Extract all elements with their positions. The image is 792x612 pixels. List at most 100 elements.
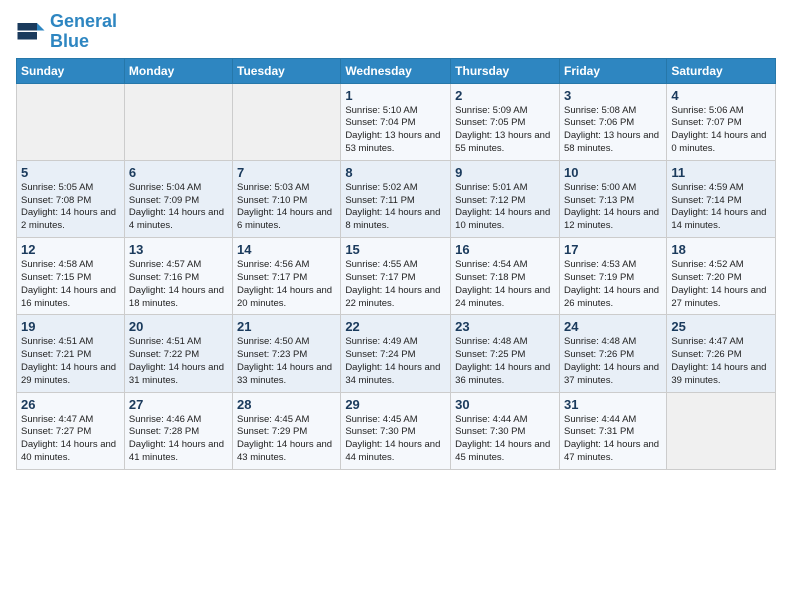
cell-day-number: 10 xyxy=(564,165,662,180)
cell-info-text: Sunrise: 4:58 AM Sunset: 7:15 PM Dayligh… xyxy=(21,259,120,310)
cell-day-number: 14 xyxy=(237,242,336,257)
cell-info-text: Sunrise: 4:51 AM Sunset: 7:21 PM Dayligh… xyxy=(21,336,120,387)
cell-day-number: 25 xyxy=(671,319,771,334)
calendar-cell: 30 Sunrise: 4:44 AM Sunset: 7:30 PM Dayli… xyxy=(451,392,560,469)
cell-info-text: Sunrise: 4:46 AM Sunset: 7:28 PM Dayligh… xyxy=(129,414,228,465)
cell-info-text: Sunrise: 5:00 AM Sunset: 7:13 PM Dayligh… xyxy=(564,182,662,233)
cell-day-number: 21 xyxy=(237,319,336,334)
calendar-cell: 25 Sunrise: 4:47 AM Sunset: 7:26 PM Dayli… xyxy=(667,315,776,392)
cell-day-number: 19 xyxy=(21,319,120,334)
calendar-header-cell: Tuesday xyxy=(233,58,341,83)
cell-day-number: 17 xyxy=(564,242,662,257)
cell-info-text: Sunrise: 5:06 AM Sunset: 7:07 PM Dayligh… xyxy=(671,105,771,156)
logo: General Blue xyxy=(16,12,117,52)
calendar-cell: 10 Sunrise: 5:00 AM Sunset: 7:13 PM Dayli… xyxy=(559,160,666,237)
cell-day-number: 23 xyxy=(455,319,555,334)
cell-info-text: Sunrise: 4:52 AM Sunset: 7:20 PM Dayligh… xyxy=(671,259,771,310)
page: General Blue SundayMondayTuesdayWednesda… xyxy=(0,0,792,482)
calendar-cell: 27 Sunrise: 4:46 AM Sunset: 7:28 PM Dayli… xyxy=(124,392,232,469)
cell-day-number: 16 xyxy=(455,242,555,257)
calendar-cell: 5 Sunrise: 5:05 AM Sunset: 7:08 PM Daylig… xyxy=(17,160,125,237)
cell-day-number: 18 xyxy=(671,242,771,257)
calendar-cell: 26 Sunrise: 4:47 AM Sunset: 7:27 PM Dayli… xyxy=(17,392,125,469)
cell-info-text: Sunrise: 4:48 AM Sunset: 7:26 PM Dayligh… xyxy=(564,336,662,387)
cell-day-number: 20 xyxy=(129,319,228,334)
calendar-cell: 7 Sunrise: 5:03 AM Sunset: 7:10 PM Daylig… xyxy=(233,160,341,237)
calendar-cell xyxy=(17,83,125,160)
cell-info-text: Sunrise: 4:51 AM Sunset: 7:22 PM Dayligh… xyxy=(129,336,228,387)
cell-day-number: 12 xyxy=(21,242,120,257)
calendar-cell: 24 Sunrise: 4:48 AM Sunset: 7:26 PM Dayli… xyxy=(559,315,666,392)
cell-info-text: Sunrise: 4:56 AM Sunset: 7:17 PM Dayligh… xyxy=(237,259,336,310)
cell-day-number: 4 xyxy=(671,88,771,103)
calendar-cell: 18 Sunrise: 4:52 AM Sunset: 7:20 PM Dayli… xyxy=(667,238,776,315)
cell-day-number: 26 xyxy=(21,397,120,412)
calendar-header-cell: Friday xyxy=(559,58,666,83)
cell-info-text: Sunrise: 5:04 AM Sunset: 7:09 PM Dayligh… xyxy=(129,182,228,233)
cell-info-text: Sunrise: 4:47 AM Sunset: 7:27 PM Dayligh… xyxy=(21,414,120,465)
calendar-week-row: 19 Sunrise: 4:51 AM Sunset: 7:21 PM Dayli… xyxy=(17,315,776,392)
cell-day-number: 15 xyxy=(345,242,446,257)
calendar-cell: 17 Sunrise: 4:53 AM Sunset: 7:19 PM Dayli… xyxy=(559,238,666,315)
calendar-cell: 31 Sunrise: 4:44 AM Sunset: 7:31 PM Dayli… xyxy=(559,392,666,469)
cell-info-text: Sunrise: 4:50 AM Sunset: 7:23 PM Dayligh… xyxy=(237,336,336,387)
calendar-cell: 2 Sunrise: 5:09 AM Sunset: 7:05 PM Daylig… xyxy=(451,83,560,160)
cell-info-text: Sunrise: 4:48 AM Sunset: 7:25 PM Dayligh… xyxy=(455,336,555,387)
calendar-week-row: 26 Sunrise: 4:47 AM Sunset: 7:27 PM Dayli… xyxy=(17,392,776,469)
cell-info-text: Sunrise: 5:08 AM Sunset: 7:06 PM Dayligh… xyxy=(564,105,662,156)
calendar-cell: 23 Sunrise: 4:48 AM Sunset: 7:25 PM Dayli… xyxy=(451,315,560,392)
calendar-cell: 13Sunrise: 4:57 AM Sunset: 7:16 PM Dayli… xyxy=(124,238,232,315)
calendar-header-row: SundayMondayTuesdayWednesdayThursdayFrid… xyxy=(17,58,776,83)
calendar-cell xyxy=(667,392,776,469)
cell-day-number: 22 xyxy=(345,319,446,334)
calendar-cell xyxy=(233,83,341,160)
calendar-cell: 1 Sunrise: 5:10 AM Sunset: 7:04 PM Daylig… xyxy=(341,83,451,160)
cell-day-number: 8 xyxy=(345,165,446,180)
calendar-week-row: 5 Sunrise: 5:05 AM Sunset: 7:08 PM Daylig… xyxy=(17,160,776,237)
calendar-cell: 15 Sunrise: 4:55 AM Sunset: 7:17 PM Dayli… xyxy=(341,238,451,315)
cell-info-text: Sunrise: 4:47 AM Sunset: 7:26 PM Dayligh… xyxy=(671,336,771,387)
cell-info-text: Sunrise: 4:55 AM Sunset: 7:17 PM Dayligh… xyxy=(345,259,446,310)
calendar-header-cell: Saturday xyxy=(667,58,776,83)
calendar-cell: 9Sunrise: 5:01 AM Sunset: 7:12 PM Daylig… xyxy=(451,160,560,237)
calendar-week-row: 12 Sunrise: 4:58 AM Sunset: 7:15 PM Dayli… xyxy=(17,238,776,315)
calendar-cell: 19 Sunrise: 4:51 AM Sunset: 7:21 PM Dayli… xyxy=(17,315,125,392)
calendar-cell: 29Sunrise: 4:45 AM Sunset: 7:30 PM Dayli… xyxy=(341,392,451,469)
calendar-cell: 22 Sunrise: 4:49 AM Sunset: 7:24 PM Dayli… xyxy=(341,315,451,392)
calendar-week-row: 1 Sunrise: 5:10 AM Sunset: 7:04 PM Daylig… xyxy=(17,83,776,160)
cell-info-text: Sunrise: 4:54 AM Sunset: 7:18 PM Dayligh… xyxy=(455,259,555,310)
calendar-header-cell: Thursday xyxy=(451,58,560,83)
cell-info-text: Sunrise: 5:03 AM Sunset: 7:10 PM Dayligh… xyxy=(237,182,336,233)
cell-day-number: 5 xyxy=(21,165,120,180)
calendar-cell: 4 Sunrise: 5:06 AM Sunset: 7:07 PM Daylig… xyxy=(667,83,776,160)
calendar-cell: 28Sunrise: 4:45 AM Sunset: 7:29 PM Dayli… xyxy=(233,392,341,469)
cell-day-number: 9 xyxy=(455,165,555,180)
cell-day-number: 24 xyxy=(564,319,662,334)
cell-info-text: Sunrise: 5:10 AM Sunset: 7:04 PM Dayligh… xyxy=(345,105,446,156)
logo-text: General Blue xyxy=(50,12,117,52)
cell-info-text: Sunrise: 4:44 AM Sunset: 7:30 PM Dayligh… xyxy=(455,414,555,465)
cell-info-text: Sunrise: 5:09 AM Sunset: 7:05 PM Dayligh… xyxy=(455,105,555,156)
calendar-cell: 14 Sunrise: 4:56 AM Sunset: 7:17 PM Dayli… xyxy=(233,238,341,315)
calendar-body: 1 Sunrise: 5:10 AM Sunset: 7:04 PM Daylig… xyxy=(17,83,776,469)
cell-day-number: 7 xyxy=(237,165,336,180)
cell-info-text: Sunrise: 4:53 AM Sunset: 7:19 PM Dayligh… xyxy=(564,259,662,310)
calendar-header-cell: Wednesday xyxy=(341,58,451,83)
calendar-header-cell: Sunday xyxy=(17,58,125,83)
cell-day-number: 31 xyxy=(564,397,662,412)
calendar-cell: 21 Sunrise: 4:50 AM Sunset: 7:23 PM Dayli… xyxy=(233,315,341,392)
calendar-cell: 3Sunrise: 5:08 AM Sunset: 7:06 PM Daylig… xyxy=(559,83,666,160)
calendar-cell: 6Sunrise: 5:04 AM Sunset: 7:09 PM Daylig… xyxy=(124,160,232,237)
cell-info-text: Sunrise: 4:49 AM Sunset: 7:24 PM Dayligh… xyxy=(345,336,446,387)
cell-day-number: 2 xyxy=(455,88,555,103)
calendar-cell: 8Sunrise: 5:02 AM Sunset: 7:11 PM Daylig… xyxy=(341,160,451,237)
calendar-cell: 20 Sunrise: 4:51 AM Sunset: 7:22 PM Dayli… xyxy=(124,315,232,392)
cell-info-text: Sunrise: 5:05 AM Sunset: 7:08 PM Dayligh… xyxy=(21,182,120,233)
cell-day-number: 29 xyxy=(345,397,446,412)
cell-info-text: Sunrise: 4:44 AM Sunset: 7:31 PM Dayligh… xyxy=(564,414,662,465)
calendar-cell: 12 Sunrise: 4:58 AM Sunset: 7:15 PM Dayli… xyxy=(17,238,125,315)
cell-day-number: 28 xyxy=(237,397,336,412)
cell-day-number: 30 xyxy=(455,397,555,412)
cell-day-number: 27 xyxy=(129,397,228,412)
cell-day-number: 1 xyxy=(345,88,446,103)
